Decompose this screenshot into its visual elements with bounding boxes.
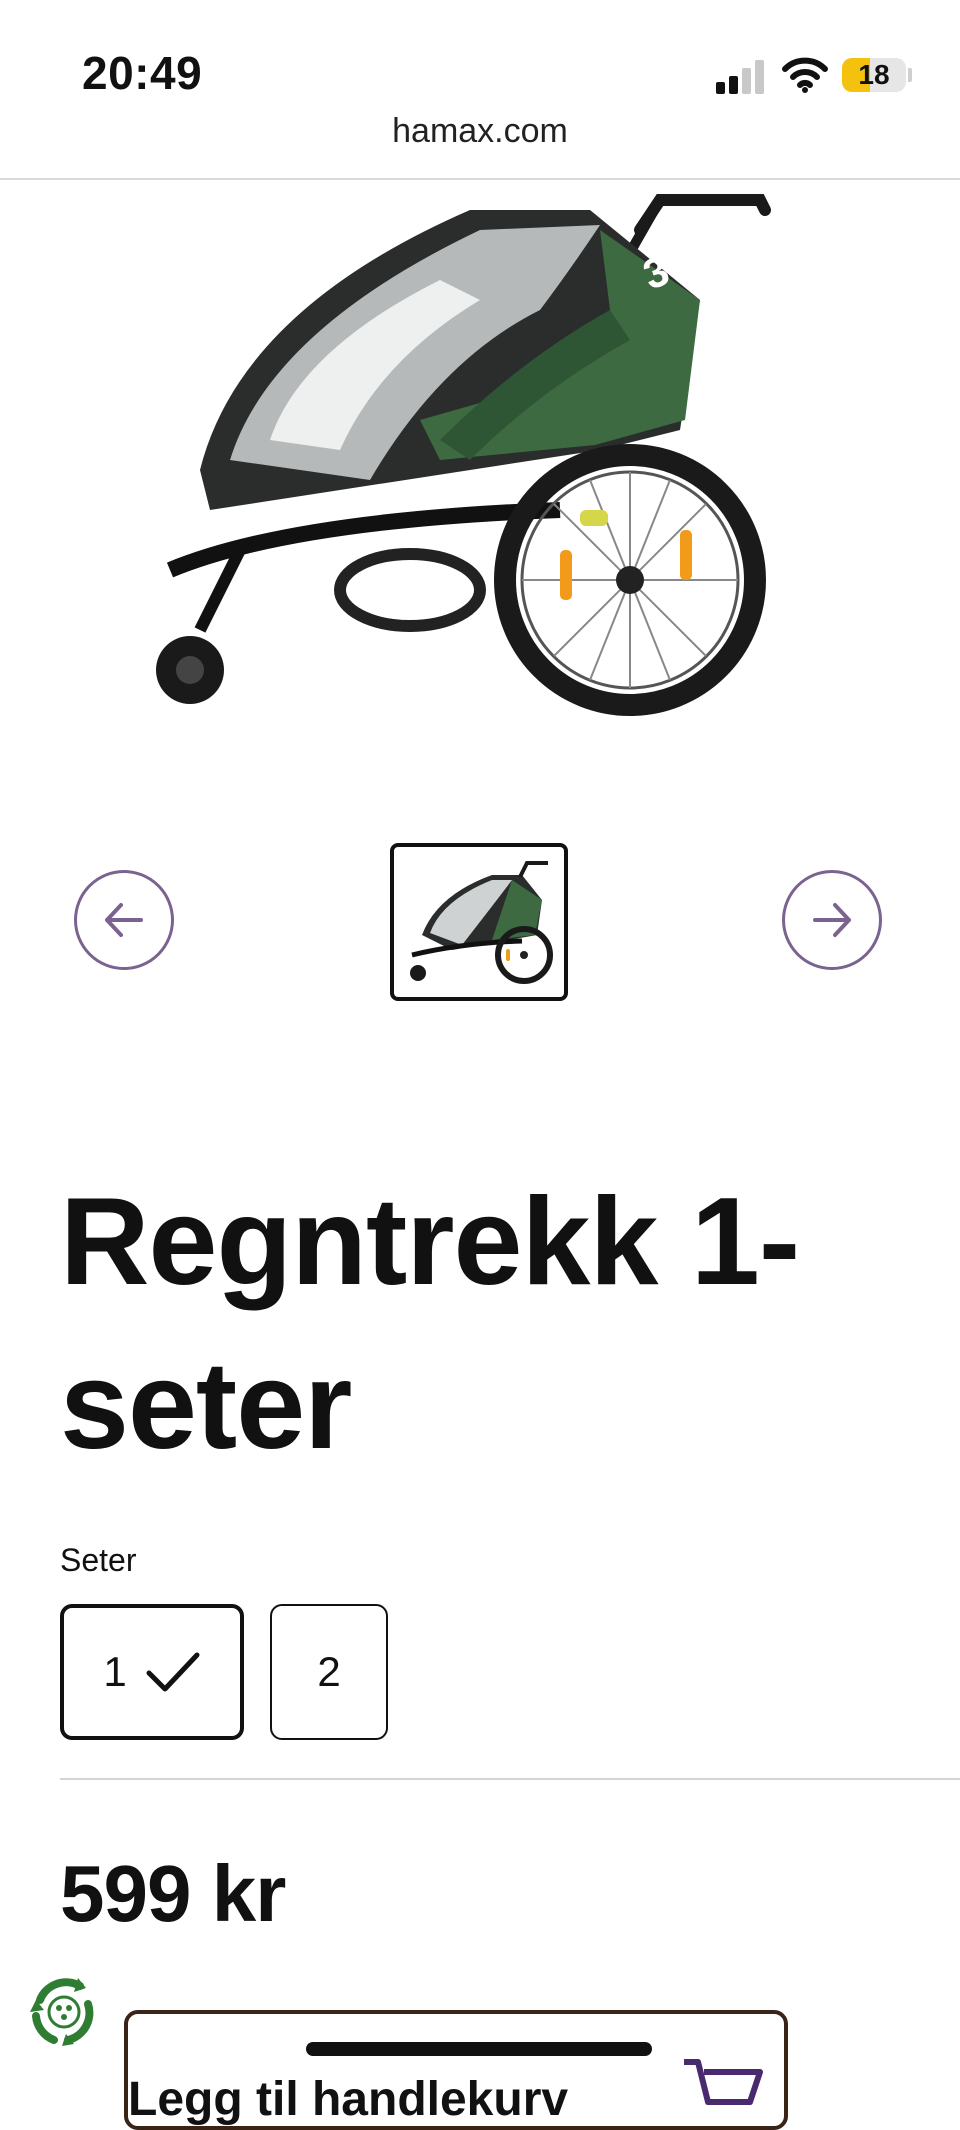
product-title: Regntrekk 1- seter — [60, 1173, 800, 1475]
variant-option-1[interactable]: 1 — [60, 1604, 244, 1740]
address-bar-url[interactable]: hamax.com — [0, 112, 960, 151]
add-to-cart-label: Legg til handlekurv — [128, 2073, 569, 2126]
signal-icon — [716, 60, 766, 94]
divider — [60, 1778, 960, 1780]
variant-option-2[interactable]: 2 — [270, 1604, 388, 1740]
status-bar: 20:49 18 — [0, 0, 960, 110]
add-to-cart-button[interactable]: Legg til handlekurv — [124, 2010, 788, 2130]
variant-option-label: 2 — [317, 1648, 341, 1695]
wifi-icon — [782, 57, 828, 93]
arrow-right-icon — [813, 903, 851, 937]
battery-level: 18 — [858, 59, 890, 90]
next-image-button[interactable] — [782, 870, 882, 970]
previous-image-button[interactable] — [74, 870, 174, 970]
arrow-left-icon — [105, 903, 143, 937]
battery-cap — [908, 68, 912, 82]
battery-icon: 18 — [842, 58, 906, 92]
check-icon — [146, 1652, 200, 1692]
product-image: 3 — [156, 194, 771, 716]
divider — [0, 178, 960, 180]
variant-option-label: 1 — [103, 1648, 127, 1695]
home-indicator — [306, 2042, 652, 2056]
clock: 20:49 — [82, 47, 203, 99]
product-price: 599 kr — [60, 1849, 286, 1938]
thumbnail-image — [410, 861, 553, 984]
gallery-thumbnail[interactable] — [390, 843, 568, 1001]
cart-icon — [684, 2059, 763, 2105]
recycle-badge-icon[interactable] — [22, 1970, 106, 2054]
variant-label: Seter — [60, 1542, 137, 1578]
